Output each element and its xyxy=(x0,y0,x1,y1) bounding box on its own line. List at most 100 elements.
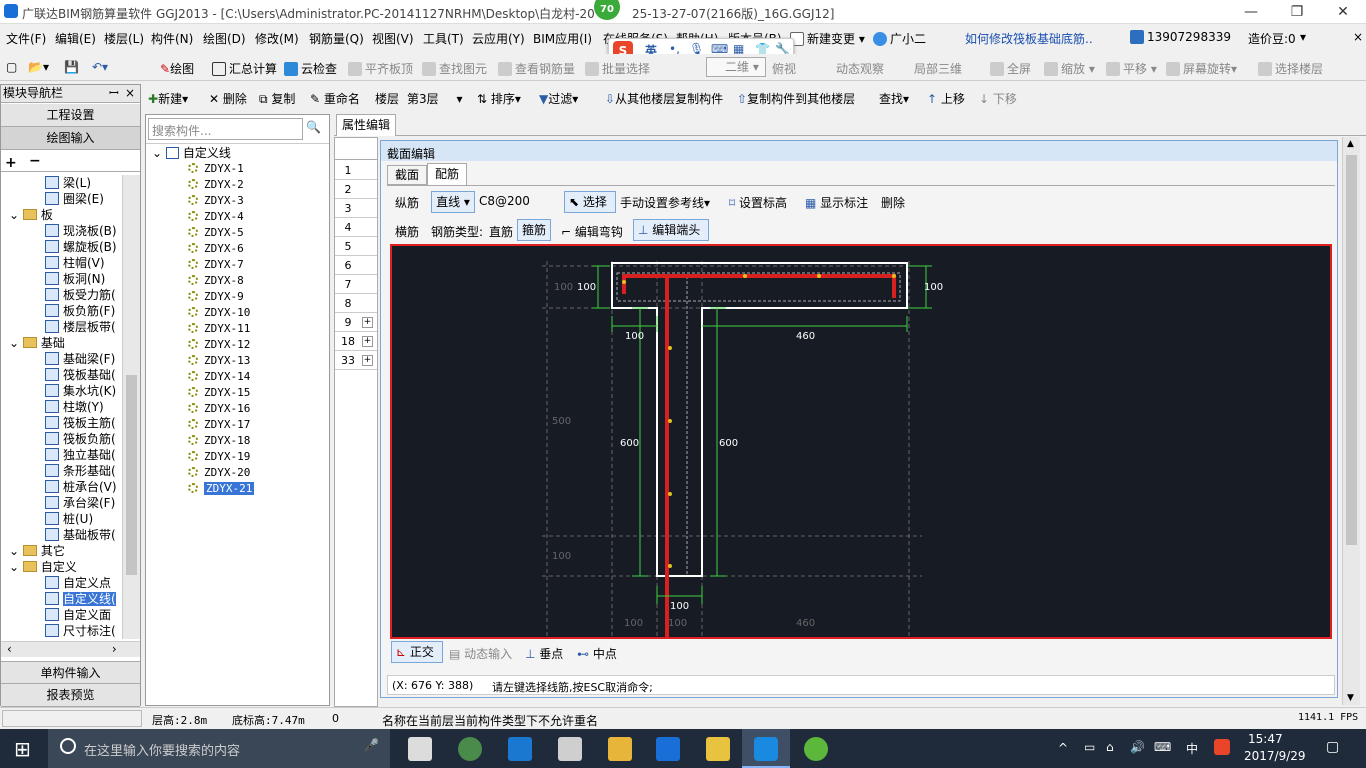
fullscreen-button[interactable]: 全屏 xyxy=(990,60,1031,77)
sogou-tray-icon[interactable] xyxy=(1214,739,1230,755)
collapse-all-icon[interactable]: − xyxy=(29,153,41,169)
row-number[interactable]: 9 + xyxy=(335,313,377,332)
tree-root[interactable]: ⌄ 自定义线 xyxy=(152,145,231,161)
chevron-down-icon[interactable]: ⌄ xyxy=(9,336,23,350)
tab-property-edit[interactable]: 属性编辑 xyxy=(336,114,396,136)
nav-tree-item[interactable]: 集水坑(K) xyxy=(45,383,116,399)
nav-tree-item[interactable]: 板洞(N) xyxy=(45,271,105,287)
zoom-button[interactable]: 缩放 ▾ xyxy=(1044,60,1095,77)
nav-tree-item[interactable]: 板受力筋( xyxy=(45,287,116,303)
nav-scrollbar[interactable] xyxy=(122,175,140,639)
chevron-down-icon[interactable]: ⌄ xyxy=(9,560,23,574)
show-dimension-button[interactable]: ▦ 显示标注 xyxy=(805,194,868,211)
main-scrollbar[interactable]: ▲ ▼ xyxy=(1342,137,1360,705)
nav-tree-item[interactable]: 板负筋(F) xyxy=(45,303,115,319)
search-input[interactable]: 搜索构件... xyxy=(148,118,303,140)
taskbar-search[interactable]: 在这里输入你要搜索的内容 🎤 xyxy=(48,729,390,768)
menu-view[interactable]: 视图(V) xyxy=(372,30,414,47)
undo-icon[interactable]: ↶▾ xyxy=(92,60,108,74)
menu-tools[interactable]: 工具(T) xyxy=(423,30,464,47)
move-up-button[interactable]: ↑ 上移 xyxy=(927,90,965,107)
menu-draw[interactable]: 绘图(D) xyxy=(203,30,246,47)
nav-tree-item[interactable]: 螺旋板(B) xyxy=(45,239,117,255)
account-phone[interactable]: 13907298339 xyxy=(1130,30,1231,44)
component-item[interactable]: ZDYX-11 xyxy=(188,321,250,337)
pan-button[interactable]: 平移 ▾ xyxy=(1106,60,1157,77)
task-view-icon[interactable] xyxy=(408,737,432,761)
draw-input-button[interactable]: 绘图输入 xyxy=(1,127,140,150)
tab-rebar[interactable]: 配筋 xyxy=(427,163,467,185)
find-button[interactable]: 查找▾ xyxy=(879,90,909,107)
menu-component[interactable]: 构件(N) xyxy=(151,30,193,47)
menu-assistant[interactable]: 广小二 xyxy=(873,30,926,47)
nav-tree-item[interactable]: 桩(U) xyxy=(45,511,93,527)
component-item[interactable]: ZDYX-13 xyxy=(188,353,250,369)
nav-folder[interactable]: ⌄ 其它 xyxy=(9,543,65,559)
edit-end-button[interactable]: ⊥ 编辑端头 xyxy=(633,219,709,241)
component-item[interactable]: ZDYX-17 xyxy=(188,417,250,433)
rotate-button[interactable]: 屏幕旋转▾ xyxy=(1166,60,1237,77)
clock-time[interactable]: 15:47 xyxy=(1248,732,1283,746)
edit-hook-button[interactable]: ⌐ 编辑弯钩 xyxy=(561,223,623,240)
minimize-button[interactable]: — xyxy=(1228,0,1274,24)
notes-icon[interactable] xyxy=(706,737,730,761)
chevron-down-icon[interactable]: ⌄ xyxy=(9,544,23,558)
nav-close-icon[interactable]: × xyxy=(125,85,135,102)
project-settings-button[interactable]: 工程设置 xyxy=(1,104,140,127)
pin-icon[interactable]: ꟷ xyxy=(109,85,119,102)
menu-new-change[interactable]: 新建变更 ▾ xyxy=(790,30,865,47)
nav-folder[interactable]: ⌄ 板 xyxy=(9,207,53,223)
local-3d-button[interactable]: 局部三维 xyxy=(914,60,962,77)
delete-button[interactable]: ✕ 删除 xyxy=(209,90,247,107)
nav-hscroll[interactable]: ‹ › xyxy=(1,641,140,657)
row-number[interactable]: 7 xyxy=(335,275,377,294)
nav-tree-item[interactable]: 楼层板带( xyxy=(45,319,116,335)
line-mode-button[interactable]: 直线 ▾ xyxy=(431,191,475,213)
component-item[interactable]: ZDYX-8 xyxy=(188,273,244,289)
select-button[interactable]: ⬉ 选择 xyxy=(564,191,616,213)
active-app-tile[interactable] xyxy=(742,729,790,768)
component-item[interactable]: ZDYX-18 xyxy=(188,433,250,449)
nav-tree-item[interactable]: 柱帽(V) xyxy=(45,255,105,271)
new-component-button[interactable]: ✚新建▾ xyxy=(148,90,188,107)
browser-icon[interactable] xyxy=(458,737,482,761)
nav-folder[interactable]: ⌄ 基础 xyxy=(9,335,65,351)
keyboard-tray-icon[interactable]: ⌨ xyxy=(1154,740,1171,754)
row-number[interactable]: 8 xyxy=(335,294,377,313)
nav-tree-item[interactable]: 独立基础( xyxy=(45,447,116,463)
nav-tree-item[interactable]: 现浇板(B) xyxy=(45,223,117,239)
menu-edit[interactable]: 编辑(E) xyxy=(55,30,96,47)
nav-tree-item[interactable]: 自定义面 xyxy=(45,607,111,623)
chevron-down-icon[interactable]: ⌄ xyxy=(9,208,23,222)
expand-row-icon[interactable]: + xyxy=(362,317,373,328)
row-number[interactable]: 33 + xyxy=(335,351,377,370)
nav-tree-item[interactable]: 条形基础( xyxy=(45,463,116,479)
component-item[interactable]: ZDYX-15 xyxy=(188,385,250,401)
volume-icon[interactable]: 🔊 xyxy=(1130,740,1145,754)
stirrup-option[interactable]: 箍筋 xyxy=(517,219,551,241)
new-file-icon[interactable]: ▢ xyxy=(6,60,17,74)
close-button[interactable]: ✕ xyxy=(1320,0,1366,24)
help-link[interactable]: 如何修改筏板基础底筋.. xyxy=(965,30,1093,47)
sum-calc-button[interactable]: 汇总计算 xyxy=(212,60,277,77)
component-item[interactable]: ZDYX-10 xyxy=(188,305,250,321)
row-number[interactable]: 18 + xyxy=(335,332,377,351)
select-floor-button[interactable]: 选择楼层 xyxy=(1258,60,1323,77)
menu-floor[interactable]: 楼层(L) xyxy=(104,30,144,47)
move-down-button[interactable]: ↓ 下移 xyxy=(979,90,1017,107)
nav-tree-item[interactable]: 柱墩(Y) xyxy=(45,399,104,415)
single-input-button[interactable]: 单构件输入 xyxy=(1,661,140,684)
explorer-icon[interactable] xyxy=(608,737,632,761)
tray-expand-icon[interactable]: ^ xyxy=(1058,741,1068,755)
network-icon[interactable]: ⌂ xyxy=(1106,740,1114,754)
filter-button[interactable]: ▼过滤▾ xyxy=(539,90,578,107)
menu-cloud[interactable]: 云应用(Y) xyxy=(472,30,525,47)
scroll-thumb[interactable] xyxy=(126,375,137,575)
component-item[interactable]: ZDYX-5 xyxy=(188,225,244,241)
component-item[interactable]: ZDYX-4 xyxy=(188,209,244,225)
draw-button[interactable]: ✎绘图 xyxy=(160,60,194,77)
close-doc-icon[interactable]: × xyxy=(1353,30,1363,44)
notification-badge[interactable]: 70 xyxy=(594,0,620,20)
manual-ref-button[interactable]: 手动设置参考线▾ xyxy=(620,194,710,211)
clock-date[interactable]: 2017/9/29 xyxy=(1244,749,1306,763)
